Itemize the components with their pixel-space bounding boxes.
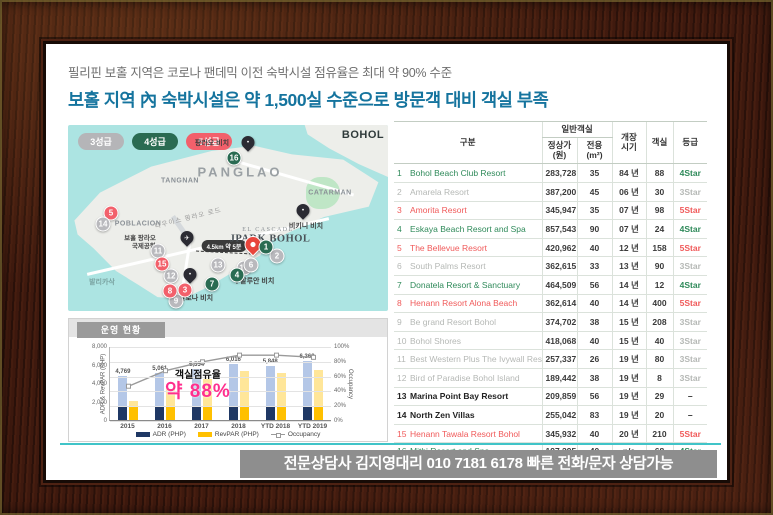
slide-header: 필리핀 보홀 지역은 코로나 팬데믹 이전 숙박시설 점유율은 최대 약 90%…	[68, 62, 708, 112]
resort-table-head: 구분 일반객실 개장 시기 객실 등급 정상가(원) 전용(m²)	[394, 120, 707, 165]
table-row: 1 Bohol Beach Club Resort 283,728 35 84 년 88 4…	[394, 163, 707, 184]
table-row: 6 South Palms Resort 362,615 33 13 년 90 3Star	[394, 256, 707, 277]
annotation-value: 약 88%	[165, 380, 231, 402]
map-pin-7: 7	[204, 276, 220, 292]
table-row: 3 Amorita Resort 345,947 35 07 년 98 5Star	[394, 201, 707, 221]
beach-pin-icon: •	[180, 265, 200, 284]
map-pin-12: 12	[163, 268, 179, 284]
x-tick: 2015	[120, 423, 135, 430]
x-axis-labels: 2015 2016 2017 2018 YTD 2018 YTD 2019	[109, 423, 331, 430]
resort-table-body: 1 Bohol Beach Club Resort 283,728 35 84 년 88 4…	[394, 163, 707, 460]
y2-tick: 100%	[334, 344, 350, 350]
table-row: 11 Best Western Plus The Ivywall Resort 25…	[394, 349, 707, 370]
resort-table-wrap: 구분 일반객실 개장 시기 객실 등급 정상가(원) 전용(m²) 1 Bohol Beach…	[394, 120, 707, 475]
gridline	[110, 347, 331, 348]
y-tick: 8,000	[91, 344, 107, 350]
map-pin-3: 3	[177, 282, 193, 298]
legend-pill: 3성급	[78, 133, 124, 150]
slide-subtitle: 필리핀 보홀 지역은 코로나 팬데믹 이전 숙박시설 점유율은 최대 약 90%…	[68, 66, 452, 80]
table-row: 14 North Zen Villas 255,042 83 19 년 20–	[394, 405, 707, 425]
beach-pin-icon: •	[293, 201, 313, 220]
y-tick: 6,000	[91, 362, 107, 369]
map-label: BOHOL	[341, 129, 385, 141]
gridline	[110, 361, 331, 363]
y2-axis-label: Occupancy	[346, 368, 353, 399]
slide: 필리핀 보홀 지역은 코로나 팬데믹 이전 숙박시설 점유율은 최대 약 90%…	[46, 44, 727, 480]
map-pin-13: 13	[210, 257, 226, 273]
table-row: 5 The Bellevue Resort 420,962 40 12 년 158 5Sta…	[394, 238, 707, 258]
y-tick: 0	[103, 418, 107, 424]
occupancy-annotation: 객실점유율 약 88%	[165, 370, 231, 402]
map-label: EL CASCADE	[242, 227, 294, 233]
panglao-map: 3성급 4성급 5성급 4.5km 약 5분 BOHOL PANGLAO TANGNAN…	[68, 125, 388, 311]
operations-chart-panel: 운영 현황 ADR & RevPAR (PHP) Occupancy 4,769…	[68, 318, 388, 442]
table-row: 2 Amarela Resort 387,200 45 06 년 30 3Star	[394, 182, 707, 202]
map-label: TANGNAN	[161, 177, 199, 185]
x-tick: YTD 2018	[260, 423, 291, 430]
beach-pin-icon: •	[238, 133, 258, 152]
x-tick: 2017	[194, 423, 209, 430]
chart-legend: ADR (PHP) RevPAR (PHP) Occupancy	[69, 431, 387, 438]
framed-slide: 필리핀 보홀 지역은 코로나 팬데믹 이전 숙박시설 점유율은 최대 약 90%…	[0, 0, 773, 515]
gridline	[110, 421, 331, 422]
table-row: 4 Eskaya Beach Resort and Spa 857,543 90 07 …	[394, 219, 707, 239]
x-tick: YTD 2019	[297, 423, 328, 430]
table-row: 7 Donatela Resort & Sanctuary 464,509 56 14 …	[394, 275, 707, 295]
gridline	[110, 406, 331, 408]
chart-title-tab: 운영 현황	[77, 322, 165, 338]
map-label: CATARMAN	[308, 189, 352, 197]
teal-divider	[60, 443, 721, 445]
y2-tick: 60%	[334, 373, 347, 380]
map-label: 발리카삭	[89, 279, 115, 286]
y2-tick: 0%	[334, 418, 343, 424]
airport-pin-icon: ✈	[177, 228, 197, 247]
legend-pill: 4성급	[132, 133, 178, 150]
map-pin-14: 14	[95, 216, 111, 232]
y-tick: 2,000	[91, 399, 107, 406]
y2-tick: 40%	[334, 388, 347, 395]
x-tick: 2018	[231, 423, 246, 430]
slide-title: 보홀 지역 內 숙박시설은 약 1,500실 수준으로 방문객 대비 객실 부족	[68, 90, 549, 110]
y2-tick: 20%	[334, 403, 347, 410]
contact-banner: 전문상담사 김지영대리 010 7181 6178 빠른 전화/문자 상담가능	[240, 450, 717, 478]
legend-item: ADR (PHP)	[135, 431, 186, 438]
map-pin-4: 4	[229, 267, 245, 283]
table-row: 15 Henann Tawala Resort Bohol 345,932 40 20 …	[394, 424, 707, 444]
legend-item: Occupancy	[270, 431, 320, 438]
table-row: 13 Marina Point Bay Resort 209,859 56 19 년 29…	[394, 387, 707, 407]
map-pin-15: 15	[154, 256, 170, 272]
legend-item: RevPAR (PHP)	[197, 431, 259, 438]
annotation-label: 객실점유율	[174, 370, 221, 381]
map-label: PANGLAO	[197, 164, 283, 180]
map-pin-16: 16	[226, 150, 242, 166]
resort-table: 구분 일반객실 개장 시기 객실 등급 정상가(원) 전용(m²) 1 Bohol Beach…	[394, 120, 707, 460]
map-label: 비키니 비치	[288, 223, 324, 230]
y2-tick: 80%	[334, 358, 347, 365]
x-tick: 2016	[157, 423, 172, 430]
y-tick: 4,000	[91, 381, 107, 387]
table-row: 12 Bird of Paradise Bohol Island 189,442 38…	[394, 368, 707, 388]
map-pin-8: 8	[162, 283, 178, 299]
table-row: 9 Be grand Resort Bohol 374,702 38 15 년 208 3S…	[394, 312, 707, 332]
map-pin-1: 1	[258, 239, 274, 255]
map-label: 팡라오 비치	[194, 140, 230, 147]
table-row: 10 Bohol Shores 418,068 40 15 년 40 3Star	[394, 331, 707, 351]
map-pin-6: 6	[243, 257, 259, 273]
table-row: 8 Henann Resort Alona Beach 362,614 40 14 년4…	[394, 294, 707, 314]
